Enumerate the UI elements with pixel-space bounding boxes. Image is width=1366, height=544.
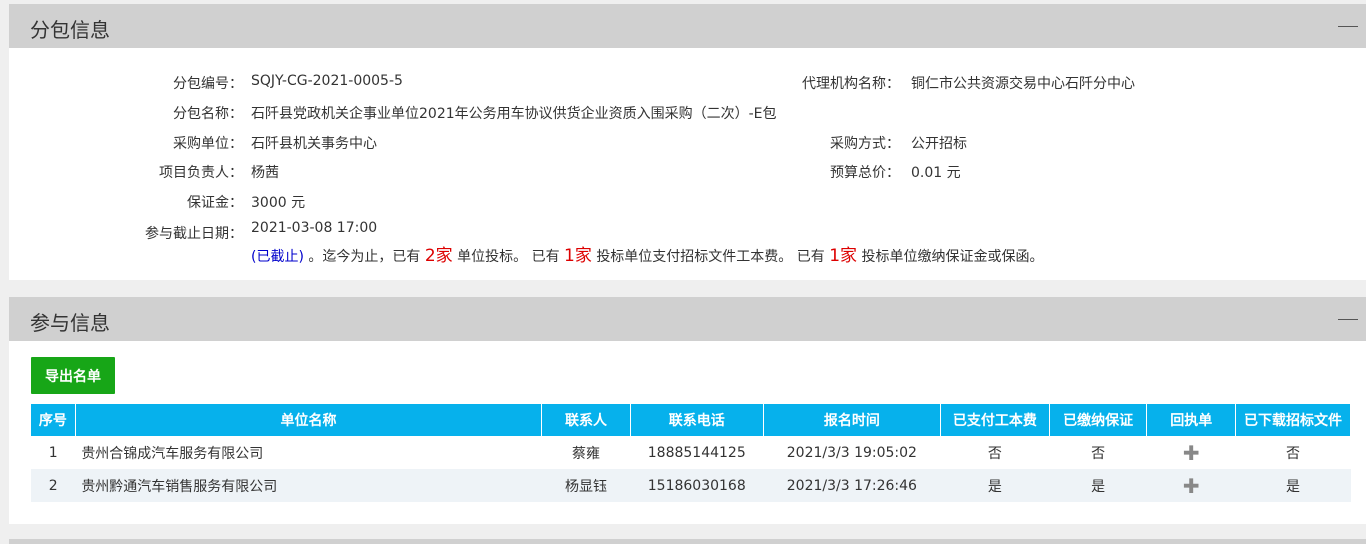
row-phone: 15186030168 [630, 469, 764, 502]
participation-title: 参与信息 [30, 311, 110, 335]
collapse-icon[interactable] [1338, 26, 1358, 27]
status-text-2: 单位投标。 已有 [457, 249, 560, 265]
participation-header: 参与信息 [9, 297, 1366, 341]
package-info-header: 分包信息 [9, 4, 1366, 48]
col-header-time[interactable]: 报名时间 [763, 404, 942, 436]
row-phone: 18885144125 [647, 444, 746, 461]
plus-icon[interactable]: ✚ [1183, 474, 1200, 498]
row-downloaded: 是 [1235, 469, 1351, 502]
bid-status-line: (已截止) 。迄今为止，已有 2家 单位投标。 已有 1家 投标单位支付招标文件… [251, 241, 1044, 266]
package-info-title: 分包信息 [30, 18, 110, 42]
col-header-downloaded[interactable]: 已下载招标文件 [1235, 404, 1351, 436]
manager-label: 项目负责人： [159, 165, 243, 181]
status-text-1: 。迄今为止，已有 [308, 249, 421, 265]
manager-value: 杨茜 [251, 165, 279, 181]
row-company: 贵州黔通汽车销售服务有限公司 [75, 469, 542, 502]
table-header-row: 序号 单位名称 联系人 联系电话 报名时间 已支付工本费 已缴纳保证 回执单 已… [31, 404, 1351, 436]
row-deposit-paid: 是 [1049, 469, 1147, 502]
row-time: 2021/3/3 17:26:46 [763, 469, 941, 502]
package-no-label: 分包编号： [173, 76, 243, 92]
row-fee-paid: 否 [987, 445, 1002, 462]
table-row: 1 贵州合锦成汽车服务有限公司 蔡雍 18885144125 2021/3/3 … [31, 436, 1351, 469]
deposit-value: 3000 元 [251, 195, 306, 211]
status-text-4: 投标单位缴纳保证金或保函。 [861, 249, 1044, 265]
bidder-count: 2家 [424, 246, 453, 266]
closed-tag: (已截止) [251, 249, 304, 265]
col-header-contact[interactable]: 联系人 [541, 404, 631, 436]
row-receipt: ✚ [1147, 436, 1236, 469]
method-value: 公开招标 [911, 136, 967, 152]
buyer-value: 石阡县机关事务中心 [251, 136, 377, 152]
deposit-label: 保证金： [187, 195, 243, 211]
method-label: 采购方式： [830, 136, 900, 152]
row-no: 1 [48, 444, 58, 461]
deadline-value: 2021-03-08 17:00 [251, 220, 378, 236]
col-header-no[interactable]: 序号 [31, 404, 76, 436]
agency-label: 代理机构名称： [802, 76, 900, 92]
row-contact: 杨显钰 [541, 469, 631, 502]
package-no-value: SQJY-CG-2021-0005-5 [251, 73, 403, 89]
package-name-value: 石阡县党政机关企事业单位2021年公务用车协议供货企业资质入围采购（二次）-E包 [251, 106, 777, 122]
row-time: 2021/3/3 19:05:02 [786, 444, 917, 461]
row-fee-paid: 是 [940, 469, 1050, 502]
deadline-label: 参与截止日期： [145, 226, 243, 242]
col-header-receipt[interactable]: 回执单 [1146, 404, 1237, 436]
col-header-deposit-paid[interactable]: 已缴纳保证 [1049, 404, 1148, 436]
buyer-label: 采购单位： [173, 136, 243, 152]
agency-value: 铜仁市公共资源交易中心石阡分中心 [911, 76, 1135, 92]
package-name-label: 分包名称： [173, 106, 243, 122]
col-header-company[interactable]: 单位名称 [75, 404, 543, 436]
status-text-3: 投标单位支付招标文件工本费。 已有 [596, 249, 825, 265]
package-info-panel: 分包信息 分包编号： SQJY-CG-2021-0005-5 代理机构名称： 铜… [9, 4, 1366, 280]
budget-value: 0.01 元 [911, 165, 961, 181]
row-company: 贵州合锦成汽车服务有限公司 [81, 445, 264, 462]
row-downloaded: 否 [1286, 445, 1301, 462]
next-panel-header [9, 539, 1366, 544]
participation-panel: 参与信息 导出名单 序号 单位名称 联系人 联系电话 报名时间 已支付工本费 已… [9, 297, 1366, 524]
plus-icon[interactable]: ✚ [1183, 441, 1200, 465]
col-header-fee-paid[interactable]: 已支付工本费 [940, 404, 1050, 436]
budget-label: 预算总价： [830, 165, 900, 181]
deposit-paid-count: 1家 [829, 246, 858, 266]
fee-paid-count: 1家 [564, 246, 592, 266]
export-list-button[interactable]: 导出名单 [31, 357, 115, 394]
row-deposit-paid: 否 [1091, 445, 1106, 462]
collapse-icon[interactable] [1338, 319, 1358, 320]
participant-table: 序号 单位名称 联系人 联系电话 报名时间 已支付工本费 已缴纳保证 回执单 已… [31, 404, 1351, 502]
table-row: 2 贵州黔通汽车销售服务有限公司 杨显钰 15186030168 2021/3/… [31, 469, 1351, 502]
row-no: 2 [31, 469, 76, 502]
row-receipt: ✚ [1146, 469, 1236, 502]
col-header-phone[interactable]: 联系电话 [630, 404, 764, 436]
row-contact: 蔡雍 [571, 445, 600, 462]
